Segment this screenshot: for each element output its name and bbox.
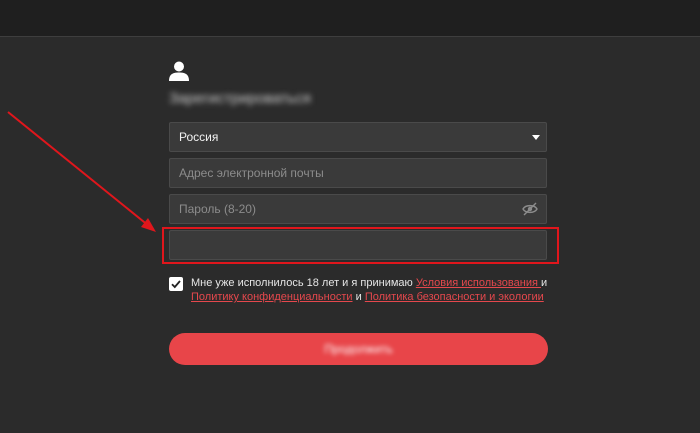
submit-button[interactable]: Продолжить bbox=[169, 333, 548, 365]
terms-link[interactable]: Условия использования bbox=[416, 277, 541, 289]
eye-slash-icon[interactable] bbox=[522, 202, 538, 216]
privacy-link[interactable]: Политику конфиденциальности bbox=[191, 291, 353, 303]
annotation-highlight-box bbox=[162, 227, 559, 264]
security-link[interactable]: Политика безопасности и экологии bbox=[365, 291, 544, 303]
password-placeholder: Пароль (8-20) bbox=[179, 202, 256, 216]
password-field[interactable]: Пароль (8-20) bbox=[169, 194, 547, 224]
country-select[interactable]: Россия bbox=[169, 122, 547, 152]
top-bar bbox=[0, 0, 700, 37]
country-value: Россия bbox=[179, 130, 219, 144]
agreement-and-1: и bbox=[540, 277, 548, 289]
agree-checkbox[interactable] bbox=[169, 277, 183, 291]
submit-label: Продолжить bbox=[324, 342, 393, 356]
email-placeholder: Адрес электронной почты bbox=[179, 166, 324, 180]
agreement-text: Мне уже исполнилось 18 лет и я принимаю … bbox=[191, 276, 551, 304]
user-icon bbox=[169, 61, 189, 81]
chevron-down-icon bbox=[532, 135, 540, 140]
email-field[interactable]: Адрес электронной почты bbox=[169, 158, 547, 188]
form-title: Зарегистрироваться bbox=[169, 90, 311, 107]
agreement-and-2: и bbox=[352, 291, 365, 303]
checkmark-icon bbox=[171, 280, 181, 289]
agreement-text-before: Мне уже исполнилось 18 лет и я принимаю bbox=[191, 277, 416, 289]
